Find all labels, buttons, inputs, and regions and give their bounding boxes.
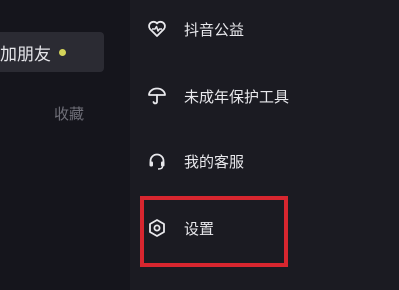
umbrella-icon [146, 85, 168, 107]
favorites-tab[interactable]: 收藏 [54, 103, 84, 124]
add-friend-label: 加朋友 [0, 44, 51, 65]
menu-item-minor-protection-label: 未成年保护工具 [184, 87, 290, 106]
menu-item-minor-protection[interactable]: 未成年保护工具 [146, 78, 289, 114]
menu-item-charity-label: 抖音公益 [184, 20, 245, 39]
online-dot-icon [59, 48, 66, 56]
profile-panel-background: 加朋友 收藏 [0, 0, 130, 290]
menu-item-customer-service[interactable]: 我的客服 [146, 143, 244, 179]
menu-item-customer-service-label: 我的客服 [184, 152, 245, 171]
headset-icon [146, 150, 168, 172]
settings-highlight-box [140, 196, 288, 267]
heart-pulse-icon [146, 18, 168, 40]
add-friend-button[interactable]: 加朋友 [0, 32, 104, 72]
side-drawer: 抖音公益 未成年保护工具 我的客服 设置 [130, 0, 399, 290]
menu-item-charity[interactable]: 抖音公益 [146, 11, 244, 47]
screen: 加朋友 收藏 抖音公益 未成年保护工具 我的客服 设置 [0, 0, 399, 290]
